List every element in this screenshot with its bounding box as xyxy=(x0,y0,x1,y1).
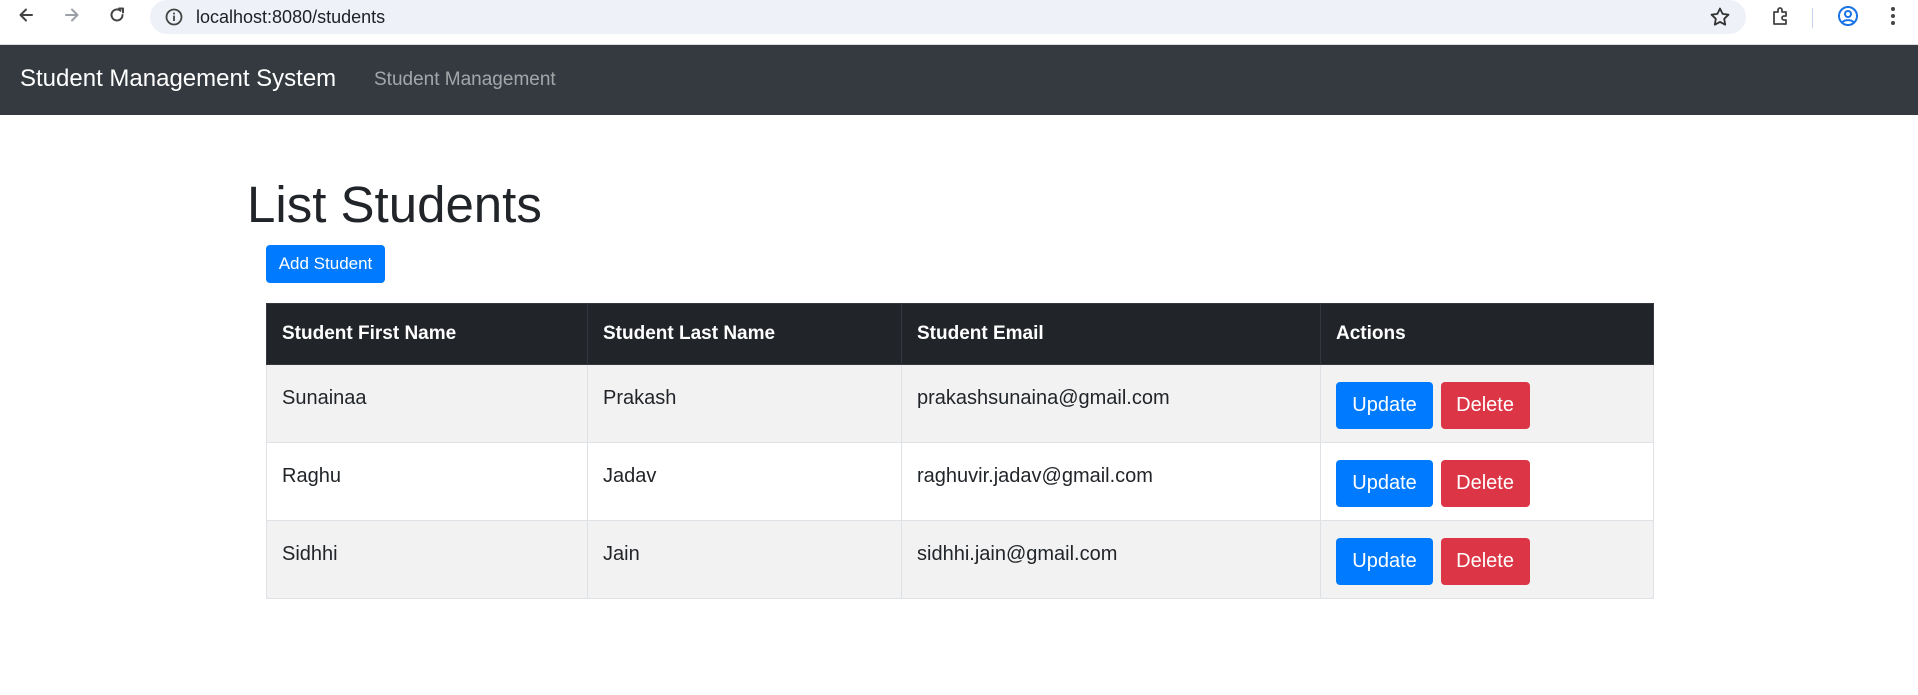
cell-first-name: Sidhhi xyxy=(266,520,588,599)
cell-first-name: Raghu xyxy=(266,442,588,521)
cell-actions: Update Delete xyxy=(1320,364,1654,443)
table-header-row: Student First Name Student Last Name Stu… xyxy=(266,303,1654,365)
cell-first-name: Sunainaa xyxy=(266,364,588,443)
cell-last-name: Jain xyxy=(587,520,902,599)
cell-last-name: Prakash xyxy=(587,364,902,443)
add-student-button[interactable]: Add Student xyxy=(266,245,385,283)
header-email: Student Email xyxy=(901,303,1321,365)
toolbar-divider xyxy=(1812,8,1813,28)
delete-button[interactable]: Delete xyxy=(1440,382,1530,429)
app-navbar: Student Management System Student Manage… xyxy=(0,45,1918,115)
cell-email: prakashsunaina@gmail.com xyxy=(901,364,1321,443)
header-last-name: Student Last Name xyxy=(587,303,902,365)
students-table: Student First Name Student Last Name Stu… xyxy=(266,303,1654,599)
cell-actions: Update Delete xyxy=(1320,520,1654,599)
back-arrow-icon[interactable] xyxy=(14,3,38,27)
info-icon[interactable] xyxy=(164,7,184,27)
forward-arrow-icon[interactable] xyxy=(60,3,84,27)
delete-button[interactable]: Delete xyxy=(1440,460,1530,507)
cell-email: raghuvir.jadav@gmail.com xyxy=(901,442,1321,521)
delete-button[interactable]: Delete xyxy=(1440,538,1530,585)
more-vertical-icon[interactable] xyxy=(1880,3,1906,29)
table-row: Sidhhi Jain sidhhi.jain@gmail.com Update… xyxy=(266,520,1654,599)
table-row: Sunainaa Prakash prakashsunaina@gmail.co… xyxy=(266,364,1654,443)
update-button[interactable]: Update xyxy=(1336,538,1433,585)
address-bar[interactable]: localhost:8080/students xyxy=(150,0,1746,34)
table-row: Raghu Jadav raghuvir.jadav@gmail.com Upd… xyxy=(266,442,1654,521)
star-icon[interactable] xyxy=(1708,5,1732,29)
page-title: List Students xyxy=(247,176,542,233)
update-button[interactable]: Update xyxy=(1336,460,1433,507)
cell-last-name: Jadav xyxy=(587,442,902,521)
cell-email: sidhhi.jain@gmail.com xyxy=(901,520,1321,599)
header-first-name: Student First Name xyxy=(266,303,588,365)
nav-link-student-management[interactable]: Student Management xyxy=(374,69,556,91)
profile-icon[interactable] xyxy=(1835,3,1861,29)
cell-actions: Update Delete xyxy=(1320,442,1654,521)
reload-icon[interactable] xyxy=(105,3,129,27)
browser-toolbar: localhost:8080/students xyxy=(0,0,1918,45)
update-button[interactable]: Update xyxy=(1336,382,1433,429)
header-actions: Actions xyxy=(1320,303,1654,365)
navbar-brand[interactable]: Student Management System xyxy=(20,65,336,93)
url-text[interactable]: localhost:8080/students xyxy=(196,7,385,28)
extensions-icon[interactable] xyxy=(1768,3,1794,29)
